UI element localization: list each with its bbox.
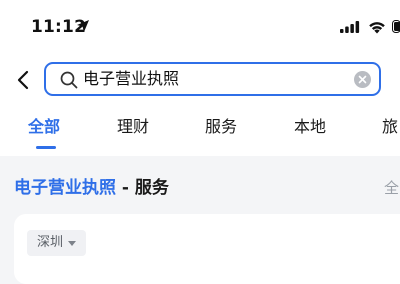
city-filter-dropdown[interactable]: 深圳 xyxy=(27,230,86,256)
tab-services[interactable]: 服务 xyxy=(205,116,237,138)
caret-down-icon xyxy=(68,241,76,246)
section-title-keyword: 电子营业执照 xyxy=(14,178,116,198)
status-bar: 11:12 xyxy=(0,0,400,50)
service-card: 深圳 xyxy=(14,214,400,284)
search-icon xyxy=(60,71,78,89)
clear-icon[interactable] xyxy=(354,71,371,88)
wifi-icon xyxy=(368,20,386,34)
chevron-left-icon xyxy=(17,70,29,90)
tab-active-indicator xyxy=(36,146,56,149)
back-button[interactable] xyxy=(12,66,34,94)
tab-finance[interactable]: 理财 xyxy=(117,116,149,138)
close-icon xyxy=(358,75,367,84)
search-query: 电子营业执照 xyxy=(83,69,179,89)
view-all-link[interactable]: 全 xyxy=(384,177,399,199)
section-title: 电子营业执照 - 服务 xyxy=(14,176,169,200)
tab-travel[interactable]: 旅 xyxy=(382,116,398,138)
header-area: 11:12 电子营业执照 xyxy=(0,0,400,156)
city-label: 深圳 xyxy=(37,230,63,256)
tab-local[interactable]: 本地 xyxy=(294,116,326,138)
tab-all[interactable]: 全部 xyxy=(28,116,60,138)
search-input[interactable]: 电子营业执照 xyxy=(44,62,381,96)
section-title-category: - 服务 xyxy=(116,178,169,198)
battery-icon xyxy=(392,20,400,33)
cellular-signal-icon xyxy=(340,21,360,33)
location-arrow-icon xyxy=(76,19,90,33)
category-tabs: 全部 理财 服务 本地 旅 xyxy=(0,116,400,148)
